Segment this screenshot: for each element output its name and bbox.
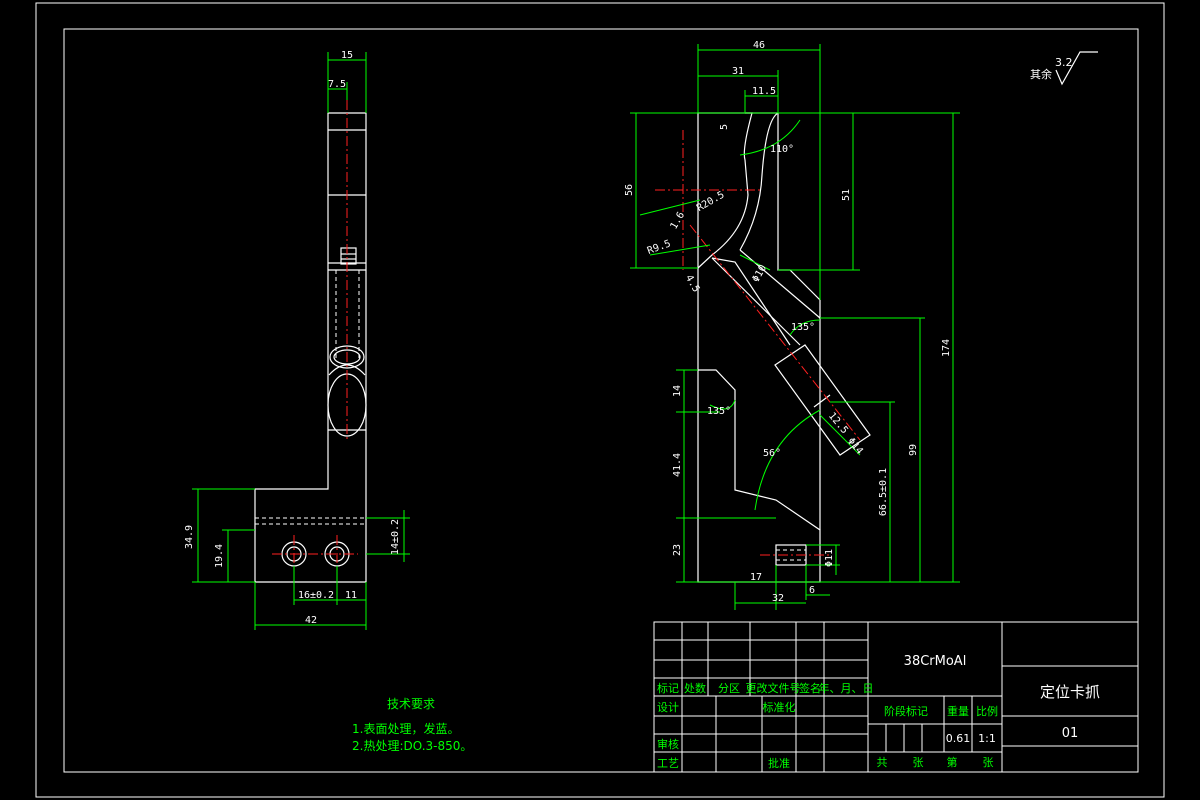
dim-text: 41.4 (672, 453, 683, 477)
dim-text: 110° (770, 144, 794, 155)
bore-edge (813, 394, 831, 408)
material-text: 38CrMoAl (904, 654, 967, 669)
notes-title: 技术要求 (387, 697, 435, 711)
dim-text: 42 (305, 615, 317, 626)
dim-text: 14±0.2 (390, 519, 401, 555)
dim-text: Φ11 (824, 549, 835, 567)
drawing-number: 01 (1062, 726, 1079, 741)
dim-text: 174 (941, 339, 952, 357)
dim-text: Φ14 (845, 436, 865, 457)
dim-text: 17 (750, 572, 762, 583)
dim-text: 51 (841, 189, 852, 201)
tb-label: 重量 (947, 704, 969, 718)
tb-label: 张 (913, 756, 924, 769)
tb-label: 比例 (976, 704, 998, 718)
left-view: 15 7.5 34.9 19.4 14±0.2 16±0.2 11 42 (184, 50, 410, 630)
dim-text: 56° (763, 448, 781, 459)
dim-text: 11.5 (752, 86, 776, 97)
dim-text: R9.5 (646, 238, 672, 257)
note-item: 2.热处理:DO.3-850。 (352, 739, 472, 753)
tb-label: 年、月、日 (819, 681, 874, 695)
left-view-nub (340, 247, 357, 265)
dim-text: 15 (341, 50, 353, 61)
leader-line (639, 199, 701, 216)
dim-text: 99 (908, 444, 919, 456)
dim-text: 23 (672, 544, 683, 556)
right-view: 46 31 11.5 5 110° 56 51 R20.5 1.6 R9.5 Φ… (624, 40, 960, 610)
part-name: 定位卡抓 (1040, 683, 1100, 701)
tb-label: 第 (947, 755, 958, 769)
dim-text: 135° (791, 322, 815, 333)
drawing-sheet: 15 7.5 34.9 19.4 14±0.2 16±0.2 11 42 46 … (35, 2, 1165, 798)
tb-label: 设计 (657, 701, 679, 714)
dim-text: Φ10 (751, 263, 770, 284)
dim-text: 4.5 (683, 273, 702, 294)
left-view-outline (254, 112, 367, 583)
tb-label: 张 (983, 756, 994, 769)
tb-label: 阶段标记 (884, 704, 928, 718)
dim-text: 19.4 (214, 544, 225, 568)
tb-label: 分区 (718, 682, 740, 695)
outer-border (35, 2, 1165, 798)
angle-arc (754, 409, 821, 511)
tb-label: 工艺 (657, 757, 679, 770)
dim-text: 56 (624, 184, 635, 196)
tb-label: 审核 (657, 737, 679, 751)
dim-text: 7.5 (328, 79, 346, 90)
dim-text: 31 (732, 66, 744, 77)
dim-text: 5 (719, 124, 730, 130)
tb-label: 标记 (657, 681, 679, 695)
dim-text: 32 (772, 593, 784, 604)
tb-label: 处数 (684, 682, 706, 695)
tb-label: 共 (877, 756, 888, 769)
tech-notes: 技术要求 1.表面处理，发蓝。 2.热处理:DO.3-850。 (352, 697, 472, 753)
dim-text: 16±0.2 (298, 590, 334, 601)
dim-text: 11 (345, 590, 357, 601)
title-block: 标记 处数 分区 更改文件号 签名 年、月、日 设计 标准化 审核 工艺 批准 … (653, 621, 1139, 773)
dim-text: 135° (707, 406, 731, 417)
dim-text: 46 (753, 40, 765, 51)
dim-text: 1.6 (669, 210, 688, 231)
surface-note: 其余 (1030, 67, 1052, 81)
tb-label: 标准化 (763, 700, 796, 714)
dim-text: 34.9 (184, 525, 195, 549)
inner-border (63, 28, 1139, 773)
dim-text: 6 (809, 585, 815, 596)
dim-text: 14 (672, 385, 683, 397)
surface-roughness: 其余 3.2 (1030, 51, 1098, 86)
dim-text: 66.5±0.1 (878, 468, 889, 516)
note-item: 1.表面处理，发蓝。 (352, 721, 459, 736)
roughness-value: 3.2 (1055, 56, 1073, 69)
tb-label: 更改文件号 (746, 681, 801, 695)
dim-text: R20.5 (695, 190, 727, 215)
mass-value: 0.61 (946, 732, 971, 745)
scale-value: 1:1 (978, 732, 996, 745)
tb-label: 批准 (768, 756, 790, 770)
slot-curve (739, 112, 779, 251)
